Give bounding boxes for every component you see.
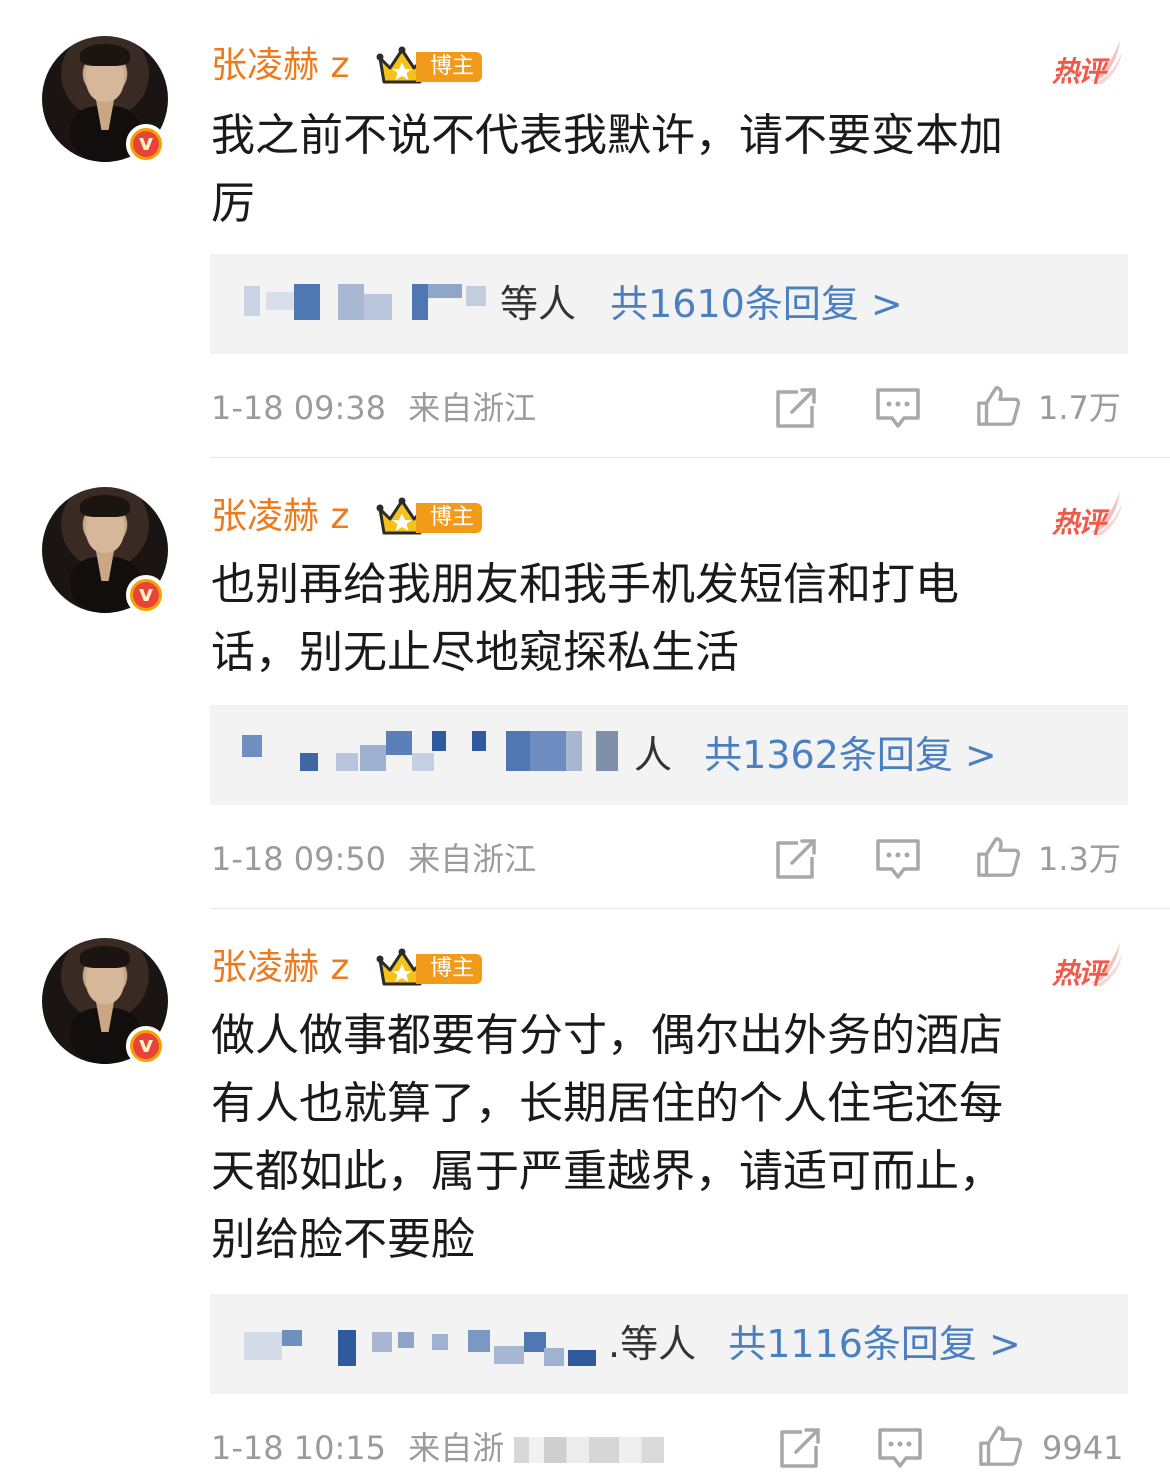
- comment-meta: 1-18 09:38 来自浙江: [211, 386, 536, 430]
- comment-icon[interactable]: [874, 837, 922, 881]
- like-count: 1.7万: [1038, 389, 1121, 427]
- badge-label: 博主: [416, 954, 483, 984]
- comment-meta: 1-18 10:15 来自浙: [211, 1426, 665, 1470]
- reply-count-link[interactable]: 共1116条回复 >: [728, 1322, 1021, 1366]
- verified-v-icon: v: [126, 1026, 166, 1066]
- reply-count-link[interactable]: 共1362条回复 >: [704, 733, 997, 777]
- thumbs-up-icon[interactable]: [974, 384, 1022, 428]
- comment-text: 也别再给我朋友和我手机发短信和打电 话，别无止尽地窥探私生活: [211, 551, 1111, 687]
- comment-text: 我之前不说不代表我默许，请不要变本加 厉: [211, 102, 1111, 238]
- timestamp: 1-18 09:50: [211, 840, 387, 878]
- hot-comment-badge: 热评: [1048, 489, 1124, 539]
- verified-v-icon: v: [126, 575, 166, 615]
- comment-text-line: 天都如此，属于严重越界，请适可而止，: [211, 1146, 1003, 1197]
- location: 来自浙江: [408, 840, 537, 878]
- badge-label: 博主: [416, 52, 483, 82]
- reply-names-suffix: .等人: [608, 1322, 697, 1366]
- replies-box[interactable]: .等人 共1116条回复 >: [210, 1294, 1128, 1394]
- divider: [210, 908, 1170, 909]
- comment-text-line: 做人做事都要有分寸，偶尔出外务的酒店: [211, 1010, 1003, 1061]
- reply-names-suffix: 人: [634, 733, 673, 777]
- reply-names-suffix: 等人: [500, 282, 577, 326]
- thumbs-up-icon[interactable]: [976, 1424, 1024, 1468]
- comment-text-line: 有人也就算了，长期居住的个人住宅还每: [211, 1078, 1003, 1129]
- comment-text-line: 厉: [211, 178, 255, 229]
- divider: [210, 457, 1170, 458]
- comment-text-line: 别给脸不要脸: [211, 1214, 475, 1265]
- hot-comment-badge: 热评: [1048, 38, 1124, 88]
- hot-comment-badge: 热评: [1048, 940, 1124, 990]
- comment-icon[interactable]: [874, 386, 922, 430]
- timestamp: 1-18 10:15: [211, 1429, 387, 1467]
- comment-text-line: 话，别无止尽地窥探私生活: [211, 627, 739, 678]
- hot-label: 热评: [1052, 957, 1106, 990]
- like-count: 9941: [1042, 1429, 1124, 1467]
- username[interactable]: 张凌赫 z: [211, 42, 349, 90]
- replies-box[interactable]: 人 共1362条回复 >: [210, 705, 1128, 805]
- timestamp: 1-18 09:38: [211, 389, 387, 427]
- comment-text-line: 也别再给我朋友和我手机发短信和打电: [211, 559, 959, 610]
- hot-label: 热评: [1052, 506, 1106, 539]
- blurred-text: [514, 1437, 665, 1463]
- reply-count-link[interactable]: 共1610条回复 >: [610, 282, 903, 326]
- hot-label: 热评: [1052, 55, 1106, 88]
- comment-meta: 1-18 09:50 来自浙江: [211, 837, 536, 881]
- share-icon[interactable]: [772, 386, 820, 430]
- blogger-badge: 博主: [376, 948, 486, 988]
- comment-icon[interactable]: [876, 1426, 924, 1470]
- thumbs-up-icon[interactable]: [974, 835, 1022, 879]
- location: 来自浙江: [408, 389, 537, 427]
- like-count: 1.3万: [1038, 840, 1121, 878]
- username[interactable]: 张凌赫 z: [211, 944, 349, 992]
- location: 来自浙: [408, 1429, 505, 1467]
- username[interactable]: 张凌赫 z: [211, 493, 349, 541]
- blogger-badge: 博主: [376, 46, 486, 86]
- share-icon[interactable]: [772, 837, 820, 881]
- comment-text-line: 我之前不说不代表我默许，请不要变本加: [211, 110, 1003, 161]
- replies-box[interactable]: 等人 共1610条回复 >: [210, 254, 1128, 354]
- share-icon[interactable]: [776, 1426, 824, 1470]
- comment-text: 做人做事都要有分寸，偶尔出外务的酒店 有人也就算了，长期居住的个人住宅还每 天都…: [211, 1002, 1111, 1274]
- verified-v-icon: v: [126, 124, 166, 164]
- badge-label: 博主: [416, 503, 483, 533]
- blogger-badge: 博主: [376, 497, 486, 537]
